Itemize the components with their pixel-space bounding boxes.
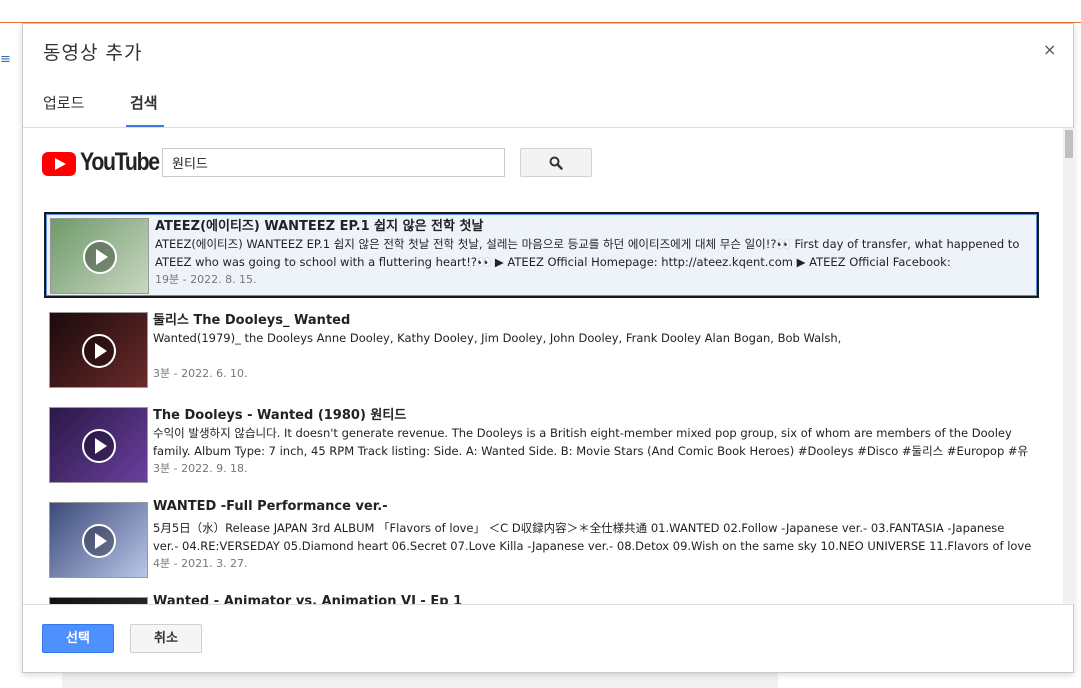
video-result-item[interactable]: WANTED -Full Performance ver.- 5月5日（水）Re… bbox=[44, 497, 1039, 583]
add-video-dialog: 동영상 추가 × 업로드 검색 YouTube ATEEZ(에이티즈) WANT… bbox=[22, 23, 1075, 673]
tab-upload[interactable]: 업로드 bbox=[43, 92, 84, 113]
play-icon bbox=[82, 429, 116, 463]
video-thumbnail bbox=[49, 407, 148, 483]
play-icon bbox=[82, 334, 116, 368]
play-icon bbox=[83, 240, 117, 274]
video-thumbnail bbox=[49, 312, 148, 388]
youtube-logo-text: YouTube bbox=[80, 148, 160, 176]
video-description: ATEEZ(에이티즈) WANTEEZ EP.1 쉽지 않은 전학 첫날 전학 … bbox=[155, 237, 1020, 269]
dialog-title: 동영상 추가 bbox=[43, 42, 143, 64]
video-description: 수익이 발생하지 않습니다. It doesn't generate reven… bbox=[153, 426, 1029, 458]
video-description: Wanted(1979)_ the Dooleys Anne Dooley, K… bbox=[153, 331, 842, 345]
play-icon bbox=[82, 524, 116, 558]
search-icon bbox=[549, 156, 563, 170]
video-title: Wanted - Animator vs. Animation VI - Ep … bbox=[153, 594, 463, 604]
video-result-item[interactable]: 둘리스 The Dooleys_ Wanted Wanted(1979)_ th… bbox=[44, 307, 1039, 393]
video-title: WANTED -Full Performance ver.- bbox=[153, 499, 388, 514]
tab-search[interactable]: 검색 bbox=[130, 92, 158, 113]
video-meta: 3분 - 2022. 9. 18. bbox=[153, 462, 248, 475]
header-divider bbox=[23, 127, 1073, 128]
scrollbar-thumb[interactable] bbox=[1065, 130, 1073, 158]
video-meta: 3분 - 2022. 6. 10. bbox=[153, 367, 248, 380]
video-result-item[interactable]: Wanted - Animator vs. Animation VI - Ep … bbox=[44, 592, 1039, 604]
video-result-item[interactable]: ATEEZ(에이티즈) WANTEEZ EP.1 쉽지 않은 전학 첫날 ATE… bbox=[44, 212, 1039, 298]
video-thumbnail bbox=[50, 218, 149, 294]
close-icon[interactable]: × bbox=[1043, 40, 1056, 59]
footer-divider bbox=[23, 604, 1073, 605]
results-scrollbar[interactable] bbox=[1063, 128, 1075, 604]
youtube-play-icon bbox=[42, 152, 76, 176]
search-results-list: ATEEZ(에이티즈) WANTEEZ EP.1 쉽지 않은 전학 첫날 ATE… bbox=[23, 207, 1073, 604]
background-page-area bbox=[62, 672, 778, 688]
select-button[interactable]: 선택 bbox=[42, 624, 114, 653]
background-menu-icon: ≡ bbox=[0, 52, 11, 67]
video-title: ATEEZ(에이티즈) WANTEEZ EP.1 쉽지 않은 전학 첫날 bbox=[155, 219, 484, 234]
cancel-button[interactable]: 취소 bbox=[130, 624, 202, 653]
video-title: 둘리스 The Dooleys_ Wanted bbox=[153, 313, 351, 328]
video-description: 5月5日（水）Release JAPAN 3rd ALBUM 「Flavors … bbox=[153, 521, 1032, 553]
video-title: The Dooleys - Wanted (1980) 원티드 bbox=[153, 408, 407, 423]
video-thumbnail bbox=[49, 502, 148, 578]
video-thumbnail bbox=[49, 597, 148, 604]
search-button[interactable] bbox=[520, 148, 592, 177]
search-input[interactable] bbox=[162, 148, 505, 177]
video-meta: 19분 - 2022. 8. 15. bbox=[155, 273, 257, 286]
video-meta: 4분 - 2021. 3. 27. bbox=[153, 557, 248, 570]
video-result-item[interactable]: The Dooleys - Wanted (1980) 원티드 수익이 발생하지… bbox=[44, 402, 1039, 488]
